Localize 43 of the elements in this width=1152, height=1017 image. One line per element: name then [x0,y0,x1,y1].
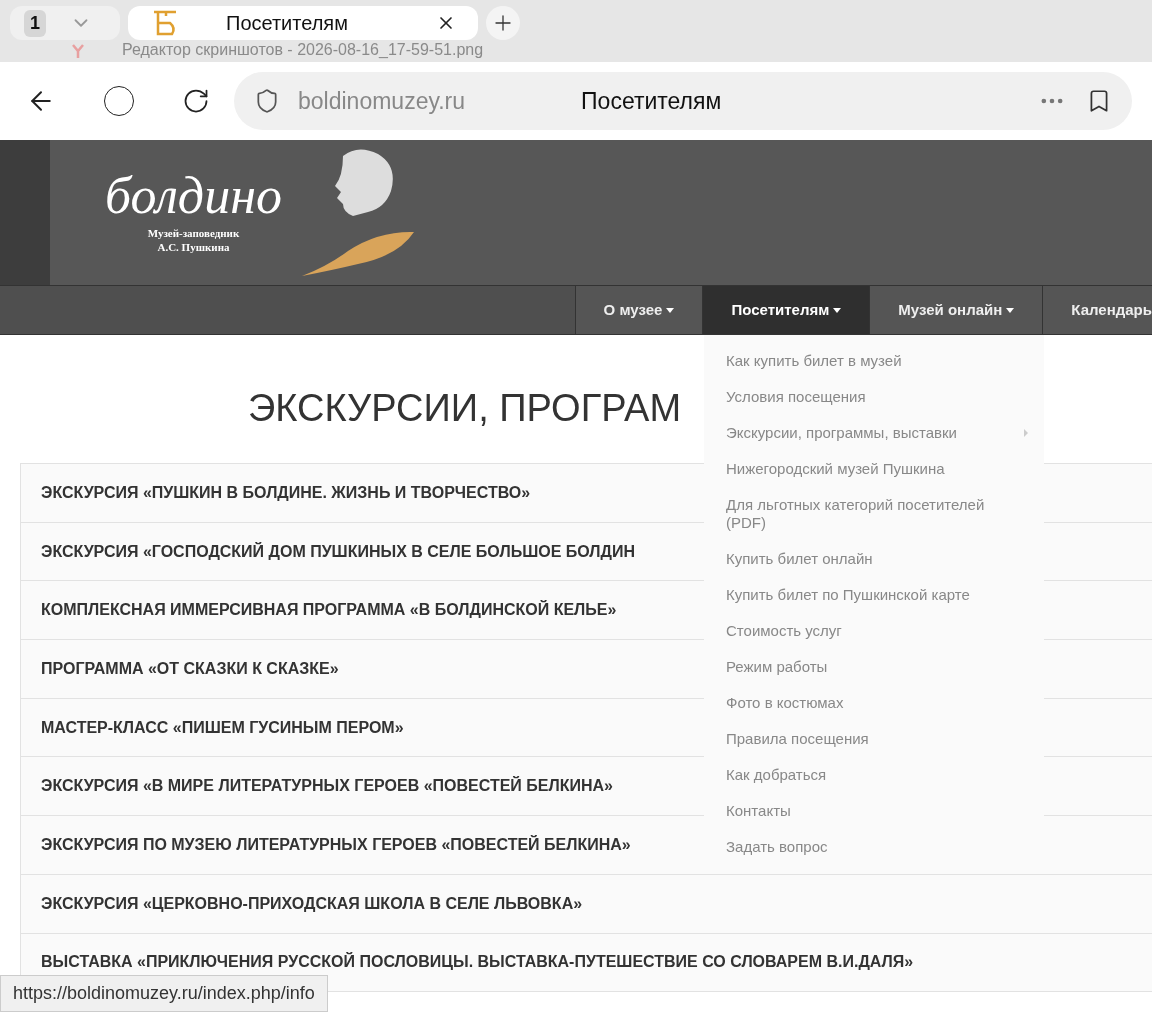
dropdown-item[interactable]: Как добраться [704,757,1044,793]
logo-caption: Музей-заповедник [147,226,240,240]
row-title: ЭКСКУРСИЯ «ПУШКИН В БОЛДИНЕ. ЖИЗНЬ И ТВОРЧЕСТВО» [41,482,531,503]
dropdown-item[interactable]: Условия посещения [704,379,1044,415]
window-title: Редактор скриншотов - 2026-08-16_17-59-51.png [122,41,484,59]
nav-item[interactable]: О музее [574,286,703,334]
logo-caption: А.С. Пушкина [157,240,230,254]
dropdown-item[interactable]: Режим работы [704,649,1044,685]
row-title: МАСТЕР-КЛАСС «ПИШЕМ ГУСИНЫМ ПЕРОМ» [41,717,404,738]
dropdown-item[interactable]: Экскурсии, программы, выставки [704,415,1044,451]
tab-count: 1 [24,9,46,37]
page-heading: ЭКСКУРСИИ, ПРОГРАМ [248,386,682,431]
address-bar[interactable]: boldinomuzey.ru Посетителям [234,72,1132,130]
row-title: ЭКСКУРСИЯ ПО МУЗЕЮ ЛИТЕРАТУРНЫХ ГЕРОЕВ «ПОВЕСТЕЙ БЕЛКИНА» [41,834,631,855]
logo-text[interactable]: болдино [105,166,282,226]
dropdown-item[interactable]: Задать вопрос [704,829,1044,865]
nav-item[interactable]: Посетителям [702,286,870,334]
accordion-row[interactable]: ЭКСКУРСИЯ «ЦЕРКОВНО-ПРИХОДСКАЯ ШКОЛА В СЕЛЕ ЛЬВОВКА» [20,874,1152,934]
row-title: ВЫСТАВКА «ПРИКЛЮЧЕНИЯ РУССКОЙ ПОСЛОВИЦЫ. ВЫСТАВКА-ПУТЕШЕСТВИЕ СО СЛОВАРЕМ В.И.ДАЛЯ» [41,951,914,973]
reload-icon[interactable] [182,87,210,115]
dropdown-item[interactable]: Как купить билет в музей [704,343,1044,379]
shield-icon [254,88,280,114]
new-tab-button[interactable] [486,6,520,40]
row-title: КОМПЛЕКСНАЯ ИММЕРСИВНАЯ ПРОГРАММА «В БОЛДИНСКОЙ КЕЛЬЕ» [41,599,617,621]
browser-tab[interactable]: Посетителям [128,6,478,40]
y-logo-icon [72,44,84,58]
caret-icon [1006,307,1015,313]
row-title: ЭКСКУРСИЯ «ЦЕРКОВНО-ПРИХОДСКАЯ ШКОЛА В СЕЛЕ ЛЬВОВКА» [41,893,583,914]
caret-icon [833,307,842,313]
submenu-arrow-icon [1024,429,1028,437]
tab-counter[interactable]: 1 [10,6,120,40]
address-text: boldinomuzey.ru [298,86,466,116]
nav-item[interactable]: Календарь [1042,286,1152,334]
dropdown-item[interactable]: Купить билет онлайн [704,541,1044,577]
row-title: ЭКСКУРСИЯ «В МИРЕ ЛИТЕРАТУРНЫХ ГЕРОЕВ «ПОВЕСТЕЙ БЕЛКИНА» [41,775,613,797]
dropdown-item[interactable]: Правила посещения [704,721,1044,757]
tab-title: Посетителям [226,11,348,36]
page-title: Посетителям [581,86,722,116]
status-url: https://boldinomuzey.ru/index.php/info [0,975,328,1012]
nav-item[interactable]: Музей онлайн [869,286,1043,334]
row-title: ПРОГРАММА «ОТ СКАЗКИ К СКАЗКЕ» [41,658,339,679]
row-title: ЭКСКУРСИЯ «ГОСПОДСКИЙ ДОМ ПУШКИНЫХ В СЕЛЕ БОЛЬШОЕ БОЛДИН [41,541,635,562]
caret-icon [666,307,675,313]
